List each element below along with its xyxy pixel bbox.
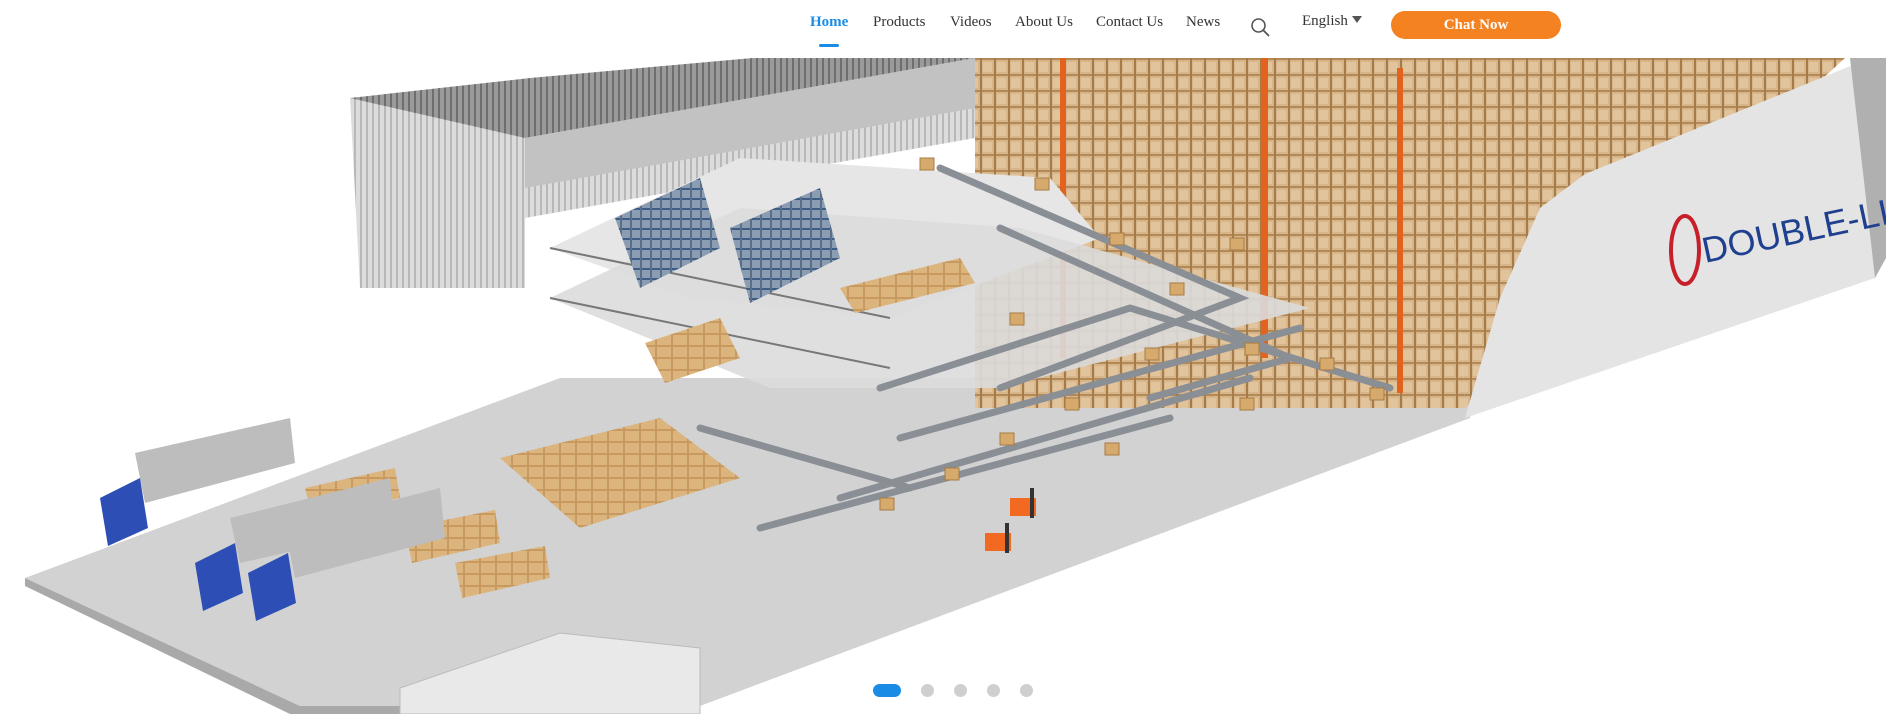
carousel-dot-5[interactable]: [1020, 684, 1033, 697]
nav-contact-us[interactable]: Contact Us: [1096, 14, 1163, 31]
caret-down-icon: [1351, 16, 1362, 23]
chat-now-button[interactable]: Chat Now: [1391, 11, 1561, 39]
hero-warehouse-illustration: DOUBLE-LIN: [25, 58, 1886, 714]
language-selector[interactable]: English: [1302, 13, 1362, 30]
carousel-dot-1[interactable]: [873, 684, 901, 697]
language-label: English: [1302, 13, 1348, 29]
active-nav-indicator: [819, 44, 839, 47]
nav-products[interactable]: Products: [873, 14, 926, 31]
nav-home[interactable]: Home: [810, 14, 848, 31]
stacker-crane-3: [1397, 68, 1403, 393]
nav-news[interactable]: News: [1186, 14, 1220, 31]
top-navigation-bar: Home Products Videos About Us Contact Us…: [0, 0, 1886, 58]
carousel-dot-3[interactable]: [954, 684, 967, 697]
carousel-pagination: [0, 684, 1886, 698]
carousel-dot-2[interactable]: [921, 684, 934, 697]
search-icon[interactable]: [1250, 17, 1270, 37]
nav-videos[interactable]: Videos: [950, 14, 992, 31]
nav-about-us[interactable]: About Us: [1015, 14, 1073, 31]
carousel-dot-4[interactable]: [987, 684, 1000, 697]
